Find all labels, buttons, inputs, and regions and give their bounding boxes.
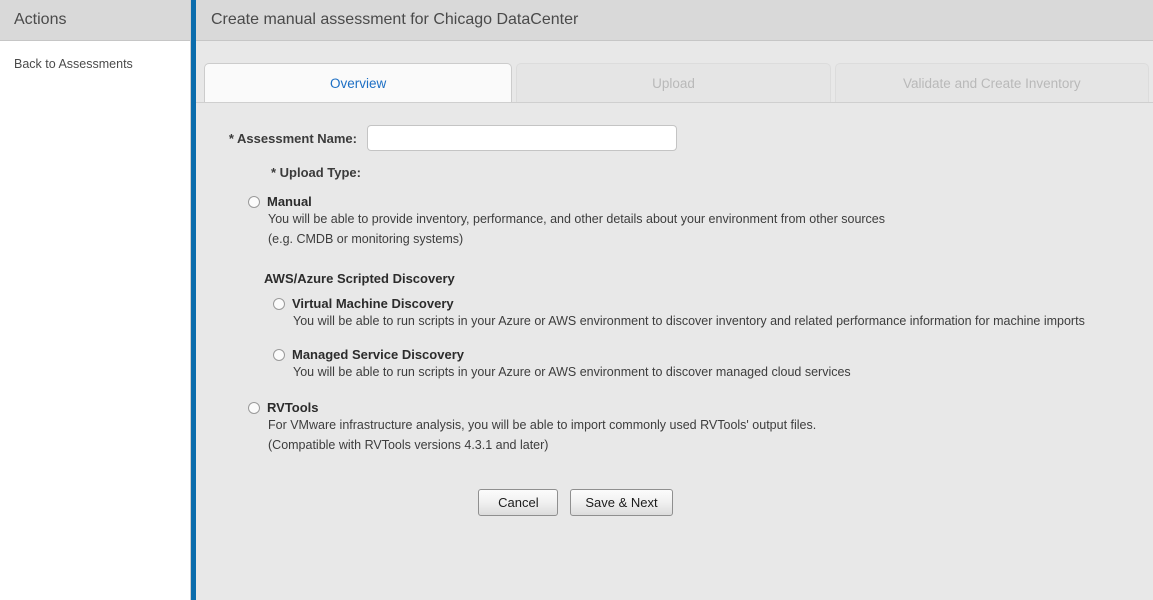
radio-virtual-machine-discovery-icon[interactable] <box>273 297 285 310</box>
option-rvtools-title: RVTools <box>267 400 319 415</box>
scripted-discovery-group-heading: AWS/Azure Scripted Discovery <box>264 271 455 286</box>
assessment-name-input[interactable] <box>367 125 677 151</box>
tab-validate-and-create-inventory[interactable]: Validate and Create Inventory <box>834 63 1149 102</box>
sidebar-header: Actions <box>0 0 190 41</box>
option-rvtools-header[interactable]: RVTools <box>248 400 1153 415</box>
page-header: Create manual assessment for Chicago Dat… <box>196 0 1153 41</box>
assessment-name-label: * Assessment Name: <box>228 130 357 146</box>
option-rvtools-desc-line1: For VMware infrastructure analysis, you … <box>268 418 817 432</box>
option-rvtools-desc-line2: (Compatible with RVTools versions 4.3.1 … <box>268 438 549 452</box>
sidebar-item-back-to-assessments[interactable]: Back to Assessments <box>0 53 190 75</box>
app-root: Actions Back to Assessments Create manua… <box>0 0 1153 600</box>
sidebar-body: Back to Assessments <box>0 41 190 600</box>
sidebar: Actions Back to Assessments <box>0 0 191 600</box>
tab-overview[interactable]: Overview <box>204 63 513 102</box>
radio-managed-service-discovery-icon[interactable] <box>273 348 285 361</box>
option-virtual-machine-discovery-header[interactable]: Virtual Machine Discovery <box>273 296 1153 311</box>
option-manual-desc-line1: You will be able to provide inventory, p… <box>268 212 886 226</box>
option-rvtools[interactable]: RVTools For VMware infrastructure analys… <box>248 400 1153 455</box>
save-and-next-button[interactable]: Save & Next <box>570 489 673 516</box>
overview-form: * Assessment Name: * Upload Type: Manual… <box>196 103 1153 600</box>
option-manual[interactable]: Manual You will be able to provide inven… <box>248 194 1153 249</box>
option-managed-service-discovery[interactable]: Managed Service Discovery You will be ab… <box>273 347 1153 382</box>
tab-upload[interactable]: Upload <box>516 63 831 102</box>
assessment-name-row: * Assessment Name: <box>196 125 1153 151</box>
option-managed-service-discovery-title: Managed Service Discovery <box>292 347 464 362</box>
option-manual-title: Manual <box>267 194 312 209</box>
option-manual-header[interactable]: Manual <box>248 194 1153 209</box>
form-actions: Cancel Save & Next <box>196 489 1153 516</box>
radio-rvtools-icon[interactable] <box>248 401 260 414</box>
option-managed-service-discovery-header[interactable]: Managed Service Discovery <box>273 347 1153 362</box>
option-managed-service-discovery-desc: You will be able to run scripts in your … <box>293 365 851 379</box>
main-content: Create manual assessment for Chicago Dat… <box>196 0 1153 600</box>
sidebar-title: Actions <box>14 11 67 28</box>
upload-type-options: Manual You will be able to provide inven… <box>196 194 1153 455</box>
page-title: Create manual assessment for Chicago Dat… <box>211 11 579 28</box>
scripted-discovery-options: Virtual Machine Discovery You will be ab… <box>248 296 1153 382</box>
radio-manual-icon[interactable] <box>248 195 260 208</box>
upload-type-label: * Upload Type: <box>270 165 361 180</box>
cancel-button[interactable]: Cancel <box>478 489 559 516</box>
option-virtual-machine-discovery[interactable]: Virtual Machine Discovery You will be ab… <box>273 296 1153 331</box>
option-virtual-machine-discovery-title: Virtual Machine Discovery <box>292 296 454 311</box>
option-virtual-machine-discovery-desc: You will be able to run scripts in your … <box>293 314 1085 328</box>
option-manual-desc-line2: (e.g. CMDB or monitoring systems) <box>268 232 464 246</box>
tab-strip: Overview Upload Validate and Create Inve… <box>196 61 1153 102</box>
